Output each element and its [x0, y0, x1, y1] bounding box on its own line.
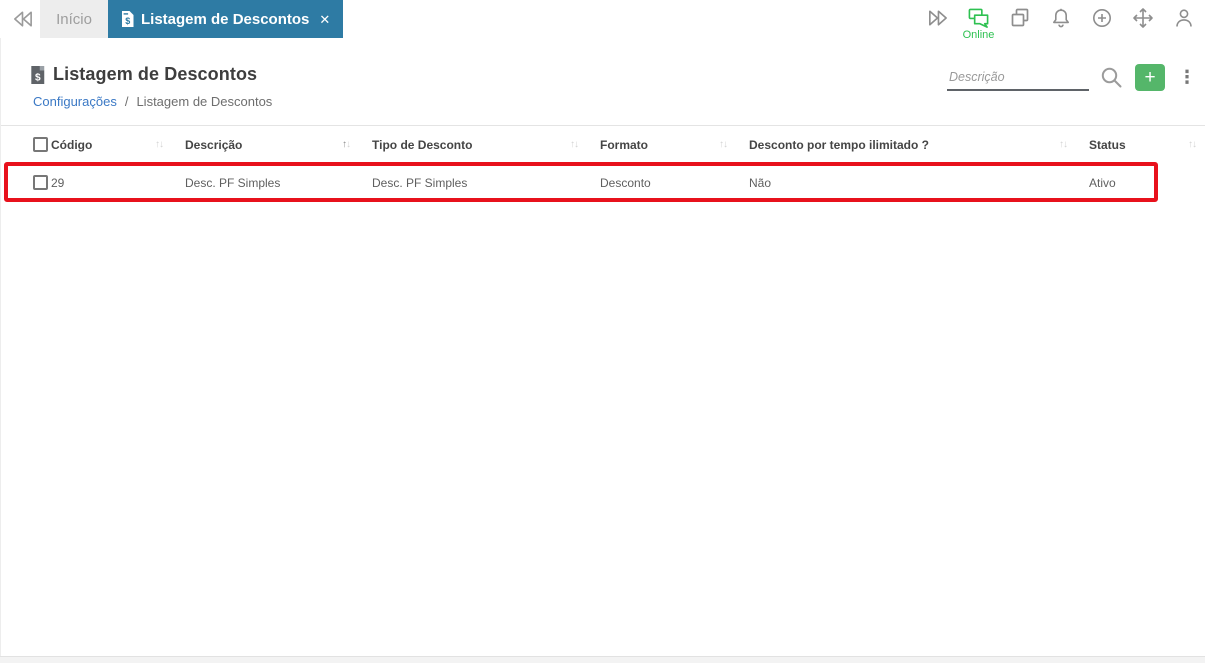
column-header-formato[interactable]: Formato ↑↓: [600, 138, 749, 152]
breadcrumb-current: Listagem de Descontos: [136, 94, 273, 109]
column-header-desconto-por-tempo-ilimitado[interactable]: Desconto por tempo ilimitado ? ↑↓: [749, 138, 1089, 152]
add-new-button[interactable]: [1089, 5, 1114, 30]
chat-button[interactable]: Online: [963, 5, 994, 41]
open-tabs: Início $ Listagem de Descontos ✕: [40, 0, 344, 38]
svg-text:$: $: [35, 72, 41, 83]
left-edge-divider: [0, 38, 1, 656]
cell-codigo: 29: [51, 175, 65, 190]
column-header-tipo-de-desconto[interactable]: Tipo de Desconto ↑↓: [372, 138, 600, 152]
sort-icon: ↑↓: [719, 138, 728, 150]
column-label: Tipo de Desconto: [372, 137, 473, 152]
column-header-descricao[interactable]: Descrição ↑↓: [185, 138, 372, 152]
column-label: Formato: [600, 137, 648, 152]
discounts-table: Código ↑↓ Descrição ↑↓ Tipo de Desconto …: [0, 125, 1205, 202]
breadcrumb-link-configuracoes[interactable]: Configurações: [33, 94, 117, 109]
sort-icon: ↑↓: [570, 138, 579, 150]
plus-icon: +: [1144, 67, 1156, 88]
sort-icon: ↑↓: [1188, 138, 1197, 150]
tab-listagem-de-descontos[interactable]: $ Listagem de Descontos ✕: [108, 0, 344, 38]
sort-down-icon: ↓: [723, 138, 728, 150]
copy-windows-icon: [1009, 7, 1031, 29]
row-checkbox[interactable]: [33, 175, 48, 190]
header-icon-toolbar: Online: [925, 5, 1196, 41]
sort-down-icon: ↓: [1063, 138, 1068, 150]
select-all-checkbox[interactable]: [33, 137, 48, 152]
sort-down-icon: ↓: [346, 138, 351, 150]
tab-bar: Início $ Listagem de Descontos ✕ Online: [0, 0, 1205, 41]
svg-text:$: $: [125, 16, 130, 26]
sort-icon: ↑↓: [342, 138, 351, 150]
collapse-tabs-button[interactable]: [11, 0, 34, 38]
bell-icon: [1050, 7, 1072, 29]
invoice-dollar-icon: $: [30, 65, 45, 84]
sort-icon: ↑↓: [155, 138, 164, 150]
cell-formato: Desconto: [600, 175, 651, 190]
table-row[interactable]: 29 Desc. PF Simples Desc. PF Simples Des…: [0, 163, 1205, 202]
page-header: $ Listagem de Descontos Configurações / …: [0, 38, 1205, 111]
fast-forward-icon: [926, 8, 949, 28]
user-icon: [1173, 7, 1195, 29]
sort-down-icon: ↓: [159, 138, 164, 150]
breadcrumb-separator: /: [124, 94, 129, 109]
plus-circle-icon: [1091, 7, 1113, 29]
move-arrows-icon: [1132, 7, 1154, 29]
invoice-dollar-icon: $: [121, 11, 134, 27]
column-label: Desconto por tempo ilimitado ?: [749, 137, 930, 152]
column-header-codigo[interactable]: Código ↑↓: [51, 138, 185, 152]
add-record-button[interactable]: +: [1135, 64, 1165, 91]
tab-label: Listagem de Descontos: [141, 10, 310, 28]
column-header-status[interactable]: Status ↑↓: [1089, 138, 1205, 152]
cell-descricao: Desc. PF Simples: [185, 175, 281, 190]
cell-status: Ativo: [1089, 175, 1116, 190]
tab-label: Início: [56, 10, 92, 28]
chat-icon: [967, 7, 990, 29]
tab-inicio[interactable]: Início: [40, 0, 108, 38]
column-label: Status: [1089, 137, 1126, 152]
sort-icon: ↑↓: [1059, 138, 1068, 150]
search-button[interactable]: [1098, 65, 1124, 91]
cell-tipo-de-desconto: Desc. PF Simples: [372, 175, 468, 190]
more-options-button[interactable]: ⋮: [1178, 67, 1196, 88]
breadcrumb: Configurações / Listagem de Descontos: [33, 94, 1205, 109]
search-toolbar: + ⋮: [947, 64, 1196, 91]
move-button[interactable]: [1130, 5, 1155, 30]
notifications-button[interactable]: [1048, 5, 1073, 30]
search-icon: [1100, 66, 1123, 89]
column-label: Código: [51, 137, 93, 152]
close-tab-icon[interactable]: ✕: [319, 13, 330, 26]
page-title: Listagem de Descontos: [53, 64, 258, 84]
sort-down-icon: ↓: [574, 138, 579, 150]
footer-strip: [0, 656, 1205, 663]
sort-down-icon: ↓: [1192, 138, 1197, 150]
kebab-menu-icon: ⋮: [1178, 67, 1196, 87]
cell-desconto-por-tempo-ilimitado: Não: [749, 175, 772, 190]
table-header-row: Código ↑↓ Descrição ↑↓ Tipo de Desconto …: [0, 125, 1205, 163]
windows-button[interactable]: [1007, 5, 1032, 30]
column-label: Descrição: [185, 137, 243, 152]
fast-forward-button[interactable]: [925, 5, 950, 30]
search-input[interactable]: [947, 64, 1089, 91]
user-profile-button[interactable]: [1171, 5, 1196, 30]
rewind-icon: [11, 9, 34, 29]
